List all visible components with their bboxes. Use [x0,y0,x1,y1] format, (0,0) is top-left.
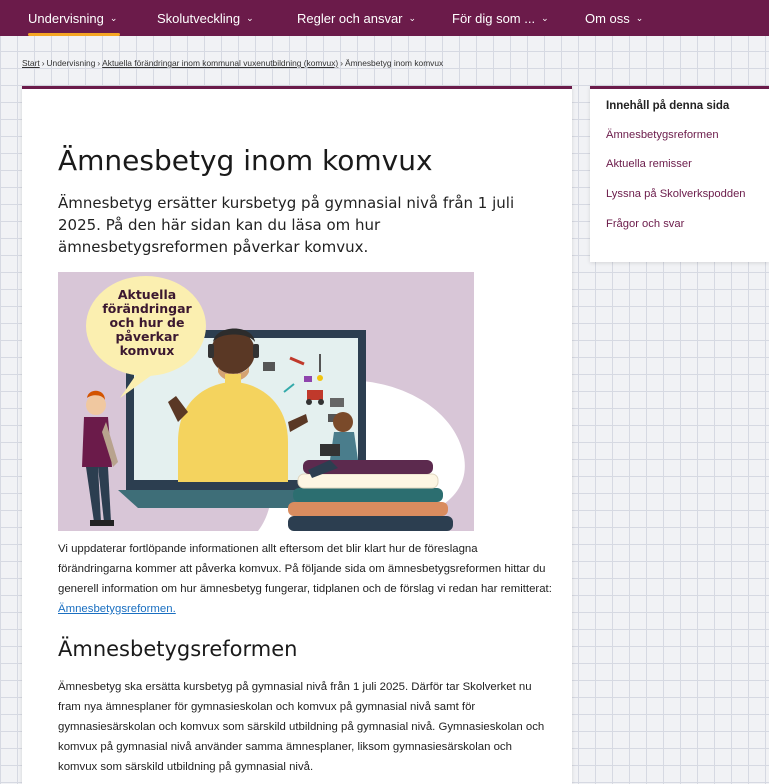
nav-item-undervisning[interactable]: Undervisning ⌄ [28,0,117,36]
nav-item-skolutveckling[interactable]: Skolutveckling ⌄ [157,0,254,36]
toc-heading: Innehåll på denna sida [606,100,730,112]
breadcrumb: Start › Undervisning › Aktuella förändringar… [22,58,443,68]
nav-item-label: Skolutveckling [157,10,241,26]
section-title-amnesbetygsreformen: Ämnesbetygsreformen [58,637,298,661]
nav-item-label: Om oss [585,10,630,26]
page-title: Ämnesbetyg inom komvux [58,144,433,177]
nav-item-for-dig-som[interactable]: För dig som ... ⌄ [452,0,549,36]
intro-text: Ämnesbetyg ersätter kursbetyg på gymnasi… [58,194,515,256]
breadcrumb-separator: › [97,58,101,68]
breadcrumb-current: Ämnesbetyg inom komvux [344,58,444,68]
paragraph-info-text: Vi uppdaterar fortlöpande informationen … [58,543,552,595]
toc-link-aktuella-remisser[interactable]: Aktuella remisser [606,158,692,170]
nav-item-label: Regler och ansvar [297,10,403,26]
amnesbetygsreformen-link[interactable]: Ämnesbetygsreformen. [58,603,176,615]
main-content-card: Ämnesbetyg inom komvux Ämnesbetyg ersätt… [22,86,572,784]
toc-link-skolverkspodden[interactable]: Lyssna på Skolverkspodden [606,188,746,200]
breadcrumb-separator: › [340,58,343,68]
toc-link-fragor-och-svar[interactable]: Frågor och svar [606,218,684,230]
chevron-down-icon: ⌄ [541,12,549,23]
breadcrumb-link-start[interactable]: Start [22,58,40,68]
paragraph-info: Vi uppdaterar fortlöpande informationen … [58,539,553,619]
table-of-contents: Innehåll på denna sida Ämnesbetygsreform… [590,86,769,262]
nav-item-regler-och-ansvar[interactable]: Regler och ansvar ⌄ [297,0,416,36]
nav-item-label: För dig som ... [452,10,536,26]
chevron-down-icon: ⌄ [635,12,644,23]
active-nav-indicator [28,33,120,36]
speech-bubble-text: Aktuella förändringar och hur de påverka… [102,287,192,358]
chevron-down-icon: ⌄ [408,12,417,23]
chevron-down-icon: ⌄ [246,12,254,23]
top-navigation: Undervisning ⌄ Skolutveckling ⌄ Regler o… [0,0,769,36]
paragraph-reform: Ämnesbetyg ska ersätta kursbetyg på gymn… [58,681,545,773]
breadcrumb-item-undervisning: Undervisning [46,58,96,68]
breadcrumb-separator: › [41,58,45,68]
breadcrumb-link-aktuella-forandringar[interactable]: Aktuella förändringar inom kommunal vuxe… [102,58,338,68]
nav-item-om-oss[interactable]: Om oss ⌄ [585,0,643,36]
chevron-down-icon: ⌄ [109,12,118,23]
nav-item-label: Undervisning [28,10,104,26]
toc-link-amnesbetygsreformen[interactable]: Ämnesbetygsreformen [606,129,719,141]
hero-illustration: Aktuella förändringar och hur de påverka… [58,272,474,531]
